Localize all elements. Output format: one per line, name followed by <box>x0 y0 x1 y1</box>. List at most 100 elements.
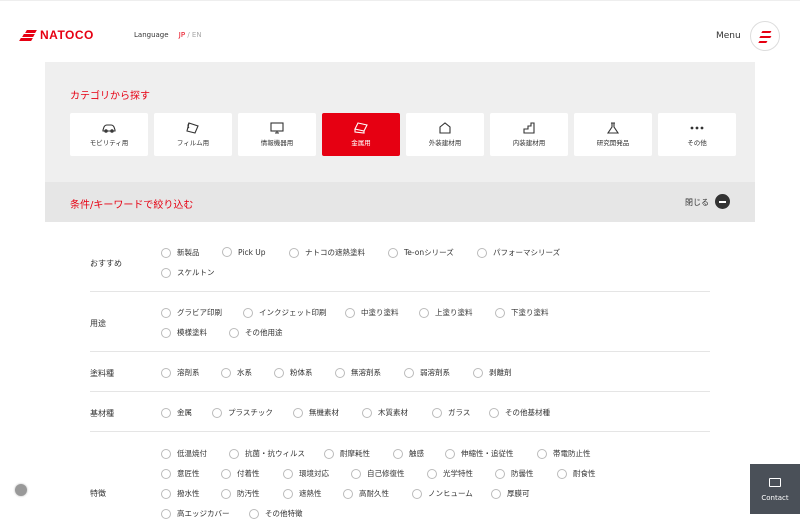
filter-option[interactable]: 中塗り塗料 <box>345 307 399 318</box>
radio-icon[interactable] <box>404 367 414 378</box>
category-rnd[interactable]: 研究開発品 <box>574 113 652 156</box>
filter-option[interactable]: インクジェット印刷 <box>243 307 327 318</box>
filter-option[interactable]: 光学特性 <box>427 468 473 479</box>
radio-icon[interactable] <box>345 307 355 318</box>
filter-option[interactable]: 環境対応 <box>283 468 329 479</box>
radio-icon[interactable] <box>388 247 398 258</box>
radio-icon[interactable] <box>229 448 239 459</box>
filter-option[interactable]: スケルトン <box>161 267 215 278</box>
radio-icon[interactable] <box>161 448 171 459</box>
filter-option[interactable]: 低温焼付 <box>161 448 207 459</box>
radio-icon[interactable] <box>161 247 171 258</box>
filter-option[interactable]: Te-onシリーズ <box>388 247 454 258</box>
radio-icon[interactable] <box>161 307 171 318</box>
filter-option[interactable]: 自己修復性 <box>351 468 405 479</box>
radio-icon[interactable] <box>477 247 487 258</box>
filter-option[interactable]: 溶剤系 <box>161 367 200 378</box>
filter-option[interactable]: 木質素材 <box>362 407 408 418</box>
filter-option[interactable]: ノンヒューム <box>412 488 473 499</box>
radio-icon[interactable] <box>221 488 231 499</box>
close-label[interactable]: 閉じる <box>685 197 709 208</box>
filter-option[interactable]: 下塗り塗料 <box>495 307 549 318</box>
filter-option[interactable]: 剥離剤 <box>473 367 512 378</box>
contact-button[interactable]: Contact <box>750 464 800 514</box>
radio-icon[interactable] <box>293 407 303 418</box>
close-minus-icon[interactable] <box>715 194 730 209</box>
filter-option[interactable]: 抗菌・抗ウィルス <box>229 448 305 459</box>
filter-option[interactable]: 耐食性 <box>557 468 596 479</box>
radio-icon[interactable] <box>491 488 501 499</box>
filter-option[interactable]: 無機素材 <box>293 407 339 418</box>
filter-option[interactable]: 厚膜可 <box>491 488 530 499</box>
scroll-indicator[interactable] <box>15 484 27 496</box>
radio-icon[interactable] <box>161 367 171 378</box>
radio-icon[interactable] <box>362 407 372 418</box>
radio-icon[interactable] <box>412 488 422 499</box>
radio-icon[interactable] <box>489 407 499 418</box>
filter-option[interactable]: パフォーマシリーズ <box>477 247 560 258</box>
filter-option[interactable]: 高耐久性 <box>343 488 389 499</box>
filter-option[interactable]: ナトコの遮熱塗料 <box>289 247 365 258</box>
radio-icon[interactable] <box>221 468 231 479</box>
filter-option[interactable]: 伸縮性・追従性 <box>445 448 514 459</box>
filter-option[interactable]: 粉体系 <box>274 367 313 378</box>
radio-icon[interactable] <box>473 367 483 378</box>
radio-icon[interactable] <box>557 468 567 479</box>
filter-option[interactable]: 撥水性 <box>161 488 200 499</box>
category-exterior[interactable]: 外装建材用 <box>406 113 484 156</box>
radio-icon[interactable] <box>343 488 353 499</box>
filter-option[interactable]: 意匠性 <box>161 468 200 479</box>
radio-icon[interactable] <box>161 267 171 278</box>
category-other[interactable]: その他 <box>658 113 736 156</box>
radio-icon[interactable] <box>445 448 455 459</box>
radio-icon[interactable] <box>161 327 171 338</box>
filter-option[interactable]: 防汚性 <box>221 488 260 499</box>
radio-icon[interactable] <box>283 468 293 479</box>
radio-icon[interactable] <box>537 448 547 459</box>
filter-option[interactable]: 弱溶剤系 <box>404 367 450 378</box>
lang-en-link[interactable]: EN <box>192 31 202 39</box>
radio-icon[interactable] <box>222 247 232 257</box>
radio-icon[interactable] <box>324 448 334 459</box>
radio-icon[interactable] <box>161 468 171 479</box>
menu-label[interactable]: Menu <box>716 31 741 41</box>
filter-option[interactable]: グラビア印刷 <box>161 307 222 318</box>
category-info-device[interactable]: 情報機器用 <box>238 113 316 156</box>
radio-icon[interactable] <box>495 468 505 479</box>
radio-icon[interactable] <box>335 367 345 378</box>
radio-icon[interactable] <box>161 407 171 418</box>
radio-icon[interactable] <box>495 307 505 318</box>
filter-option[interactable]: その他基材種 <box>489 407 550 418</box>
filter-option[interactable]: 上塗り塗料 <box>419 307 473 318</box>
radio-icon[interactable] <box>283 488 293 499</box>
radio-icon[interactable] <box>274 367 284 378</box>
filter-option[interactable]: その他用途 <box>229 327 283 338</box>
radio-icon[interactable] <box>229 327 239 338</box>
category-mobility[interactable]: モビリティ用 <box>70 113 148 156</box>
category-film[interactable]: フィルム用 <box>154 113 232 156</box>
filter-option[interactable]: ガラス <box>432 407 470 418</box>
filter-option[interactable]: 金属 <box>161 407 192 418</box>
filter-option[interactable]: 遮熱性 <box>283 488 322 499</box>
radio-icon[interactable] <box>161 488 171 499</box>
filter-option[interactable]: 帯電防止性 <box>537 448 591 459</box>
radio-icon[interactable] <box>289 247 299 258</box>
radio-icon[interactable] <box>243 307 253 318</box>
filter-option[interactable]: 水系 <box>221 367 252 378</box>
radio-icon[interactable] <box>212 407 222 418</box>
menu-button[interactable] <box>750 21 780 51</box>
filter-option[interactable]: 触感 <box>393 448 424 459</box>
radio-icon[interactable] <box>432 407 442 418</box>
category-interior[interactable]: 内装建材用 <box>490 113 568 156</box>
natoco-logo[interactable]: NATOCO <box>19 28 94 42</box>
radio-icon[interactable] <box>427 468 437 479</box>
filter-option[interactable]: 模様塗料 <box>161 327 207 338</box>
radio-icon[interactable] <box>419 307 429 318</box>
filter-option[interactable]: プラスチック <box>212 407 273 418</box>
filter-option[interactable]: 防曇性 <box>495 468 534 479</box>
category-metal[interactable]: 金属用 <box>322 113 400 156</box>
filter-option[interactable]: Pick Up <box>222 247 266 257</box>
filter-option[interactable]: 無溶剤系 <box>335 367 381 378</box>
filter-option[interactable]: 耐摩耗性 <box>324 448 370 459</box>
radio-icon[interactable] <box>221 367 231 378</box>
